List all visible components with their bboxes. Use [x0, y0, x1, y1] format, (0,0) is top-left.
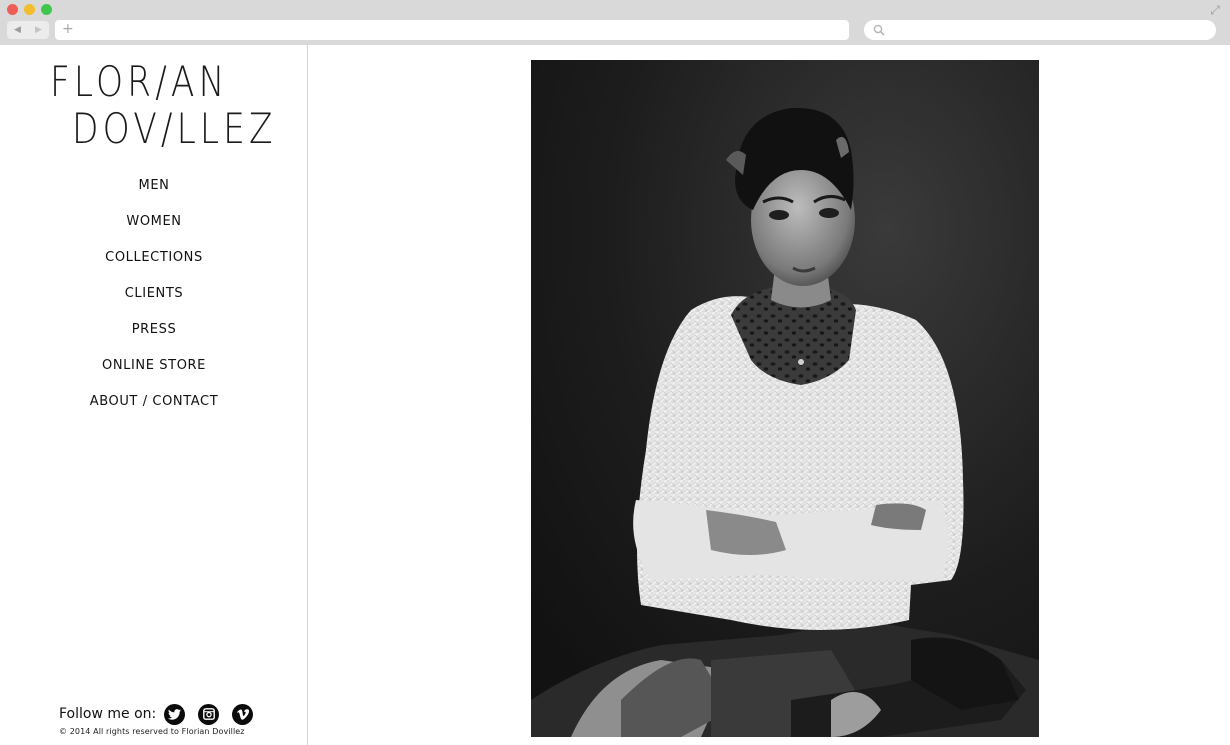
nav-link-clients[interactable]: CLIENTS: [125, 284, 184, 304]
back-button[interactable]: ◀: [7, 21, 28, 39]
nav-link-men[interactable]: MEN: [139, 176, 170, 196]
minimize-window-button[interactable]: [24, 4, 35, 15]
nav-item-about-contact: ABOUT / CONTACT: [0, 390, 308, 426]
search-icon: [873, 24, 885, 36]
instagram-icon[interactable]: [198, 703, 220, 725]
nav-item-women: WOMEN: [0, 210, 308, 246]
nav-item-collections: COLLECTIONS: [0, 246, 308, 282]
nav-item-clients: CLIENTS: [0, 282, 308, 318]
nav-link-about-contact[interactable]: ABOUT / CONTACT: [90, 392, 219, 412]
fullscreen-icon[interactable]: ⤢: [1208, 3, 1222, 17]
sidebar: FLOR/AN DOV/LLEZ MEN WOMEN COLLECTIONS C…: [0, 45, 308, 745]
nav-link-press[interactable]: PRESS: [132, 320, 177, 340]
social-links: Follow me on:: [59, 702, 266, 726]
logo-line-first-name: FLOR/AN: [50, 57, 229, 106]
nav-item-press: PRESS: [0, 318, 308, 354]
main-navigation: MEN WOMEN COLLECTIONS CLIENTS PRESS ONLI…: [0, 174, 308, 426]
copyright-text: © 2014 All rights reserved to Florian Do…: [59, 727, 245, 736]
close-window-button[interactable]: [7, 4, 18, 15]
nav-link-online-store[interactable]: ONLINE STORE: [102, 356, 206, 376]
site-logo[interactable]: FLOR/AN DOV/LLEZ: [50, 57, 277, 153]
follow-label: Follow me on:: [59, 706, 157, 722]
twitter-icon[interactable]: [164, 703, 186, 725]
nav-link-women[interactable]: WOMEN: [126, 212, 181, 232]
browser-toolbar: ⤢ ◀ ▶ +: [0, 0, 1230, 45]
portrait-illustration: [531, 60, 1039, 737]
nav-link-collections[interactable]: COLLECTIONS: [105, 248, 203, 268]
main-content: [309, 45, 1230, 745]
portrait-photo[interactable]: [531, 60, 1039, 737]
forward-button[interactable]: ▶: [28, 21, 49, 39]
address-bar[interactable]: +: [55, 20, 849, 40]
new-tab-icon[interactable]: +: [62, 20, 74, 39]
history-buttons: ◀ ▶: [7, 21, 49, 39]
maximize-window-button[interactable]: [41, 4, 52, 15]
nav-item-online-store: ONLINE STORE: [0, 354, 308, 390]
vimeo-icon[interactable]: [232, 703, 254, 725]
nav-item-men: MEN: [0, 174, 308, 210]
search-field[interactable]: [864, 20, 1216, 40]
logo-line-last-name: DOV/LLEZ: [72, 104, 277, 153]
